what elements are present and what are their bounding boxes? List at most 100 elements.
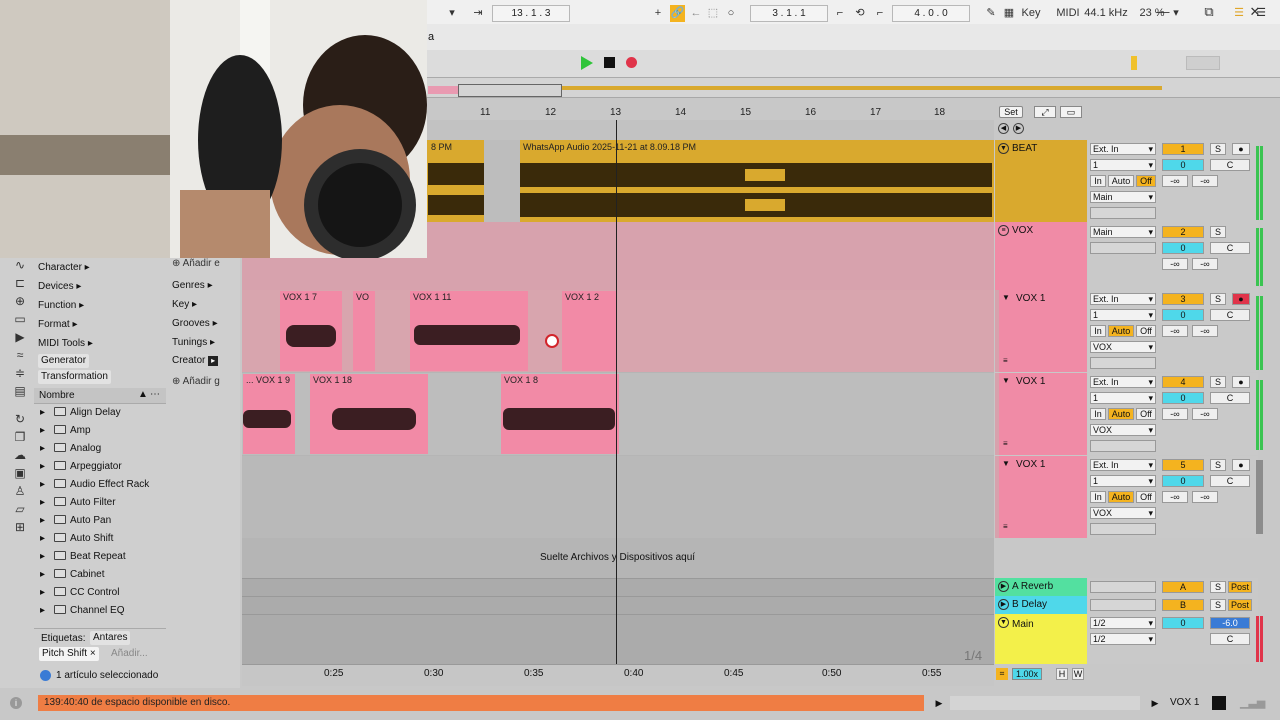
clip-vo[interactable]: VO — [353, 291, 375, 371]
clip-vox1-9[interactable]: ... VOX 1 9 — [243, 374, 295, 454]
collapse-icon[interactable]: ▼ — [998, 143, 1009, 154]
track-name[interactable]: VOX 1 — [1016, 293, 1045, 304]
output-sub-select[interactable] — [1090, 207, 1156, 219]
tag-pitch-shift[interactable]: Pitch Shift × — [39, 647, 99, 661]
input-channel-select[interactable]: 1 — [1090, 159, 1156, 171]
collapse-icon[interactable]: ▼ — [1002, 459, 1010, 468]
pan-field[interactable]: C — [1210, 633, 1250, 645]
expand-icon[interactable]: ▸ — [40, 530, 45, 548]
category-midi-tools[interactable]: MIDI Tools ▸ — [38, 336, 93, 352]
track-header-main[interactable]: ▼ Main — [995, 614, 1087, 664]
monitor-auto-button[interactable]: Auto — [1108, 325, 1134, 337]
list-item[interactable]: ▸ Align Delay — [34, 404, 166, 422]
add-folder-icon[interactable]: ⊞ — [12, 520, 28, 534]
list-item[interactable]: ▸ Auto Filter — [34, 494, 166, 512]
input-type-select[interactable]: Ext. In — [1090, 143, 1156, 155]
user-icon[interactable]: ♙ — [12, 484, 28, 498]
list-item[interactable]: ▸ Audio Effect Rack — [34, 476, 166, 494]
monitor-off-button[interactable]: Off — [1136, 408, 1156, 420]
list-item[interactable]: ▸ Analog — [34, 440, 166, 458]
cloud-icon[interactable]: ☁ — [12, 448, 28, 462]
solo-button[interactable]: S — [1210, 376, 1226, 388]
filter-grooves[interactable]: Grooves ▸ — [172, 318, 218, 329]
pages-icon[interactable]: ❐ — [12, 430, 28, 444]
expand-icon[interactable]: ▸ — [40, 512, 45, 530]
group-icon[interactable]: ≡ — [998, 225, 1009, 236]
more-options-icon[interactable]: ⋯ — [150, 389, 160, 400]
list-item[interactable]: ▸ Beat Repeat — [34, 548, 166, 566]
volume-field[interactable]: 0 — [1162, 392, 1204, 404]
category-character[interactable]: Character ▸ — [38, 260, 90, 276]
pan-field[interactable]: C — [1210, 309, 1250, 321]
box-icon[interactable]: ▣ — [12, 466, 28, 480]
add-filter-1[interactable]: Añadir e — [183, 258, 220, 269]
output-select[interactable]: VOX — [1090, 341, 1156, 353]
track-name[interactable]: VOX 1 — [1016, 376, 1045, 387]
link-icon[interactable]: 🔗 — [670, 5, 685, 22]
list-header[interactable]: Nombre ▲ ⋯ — [34, 388, 166, 404]
volume-field[interactable]: 0 — [1162, 242, 1204, 254]
volume-field[interactable]: 0 — [1162, 617, 1204, 629]
track-header-vox1-b[interactable]: ▼ VOX 1 ≡ — [995, 373, 1087, 455]
expand-icon[interactable]: ▸ — [40, 566, 45, 584]
punch-out-icon[interactable]: ⌐ — [872, 5, 888, 22]
previous-locator-icon[interactable]: ◀ — [998, 123, 1009, 134]
stop-icon[interactable] — [604, 57, 615, 68]
menu-lines-icon[interactable]: ☰ — [1254, 5, 1268, 22]
add-icon[interactable]: + — [651, 5, 665, 22]
capture-icon[interactable]: ⬚ — [706, 5, 720, 22]
loop-switch-icon[interactable]: ⟲ — [852, 5, 868, 22]
track-activator[interactable]: 4 — [1162, 376, 1204, 388]
track-name[interactable]: Main — [1012, 619, 1034, 630]
lane-main[interactable] — [242, 614, 994, 664]
list-item[interactable]: ▸ Arpeggiator — [34, 458, 166, 476]
list-item[interactable]: ▸ Auto Shift — [34, 530, 166, 548]
expand-icon[interactable]: ▸ — [40, 422, 45, 440]
overview-viewport[interactable] — [458, 84, 562, 97]
monitor-off-button[interactable]: Off — [1136, 175, 1156, 187]
main-input-select[interactable]: 1/2 — [1090, 633, 1156, 645]
add-filter-2[interactable]: Añadir g — [183, 376, 220, 387]
loop-start[interactable]: 3 . 1 . 1 — [750, 5, 828, 22]
clip-beat-left[interactable]: 8 PM — [428, 141, 484, 221]
track-name[interactable]: B Delay — [1012, 599, 1047, 610]
clip-vox1-2[interactable]: VOX 1 2 — [562, 291, 616, 371]
track-name[interactable]: VOX — [1012, 225, 1033, 236]
arm-button[interactable]: ● — [1232, 459, 1250, 471]
track-name[interactable]: A Reverb — [1012, 581, 1053, 592]
list-item[interactable]: ▸ Amp — [34, 422, 166, 440]
tag-generator[interactable]: Generator — [38, 354, 90, 368]
sort-icon[interactable]: ▲ — [138, 389, 148, 400]
track-name[interactable]: VOX 1 — [1016, 459, 1045, 470]
key-map-button[interactable]: Key — [1018, 5, 1044, 22]
lock-icon[interactable]: ▭ — [1060, 106, 1082, 118]
midi-map-button[interactable]: MIDI — [1054, 5, 1082, 22]
filter-creator[interactable]: Creator — [172, 355, 205, 366]
collapse-icon[interactable]: ▼ — [1002, 376, 1010, 385]
punch-in-icon[interactable]: ⌐ — [832, 5, 848, 22]
name-column-header[interactable]: Nombre — [39, 390, 75, 401]
category-format[interactable]: Format ▸ — [38, 317, 77, 333]
play-icon[interactable]: ▶ — [998, 599, 1009, 610]
tag-antares[interactable]: Antares — [90, 631, 131, 645]
category-function[interactable]: Function ▸ — [38, 298, 84, 314]
monitor-in-button[interactable]: In — [1090, 408, 1106, 420]
pad-icon[interactable]: ⊕ — [12, 294, 28, 308]
arm-button[interactable]: ● — [1232, 293, 1250, 305]
collapse-icon[interactable]: ▼ — [998, 617, 1009, 628]
expand-icon[interactable]: ▸ — [40, 440, 45, 458]
filter-genres[interactable]: Genres ▸ — [172, 280, 213, 291]
clip-vox1-7[interactable]: VOX 1 7 — [280, 291, 342, 371]
lane-delay[interactable] — [242, 596, 994, 614]
monitor-auto-button[interactable]: Auto — [1108, 408, 1134, 420]
next-locator-icon[interactable]: ▶ — [1013, 123, 1024, 134]
expand-icon[interactable]: ⤢ — [1034, 106, 1056, 118]
input-channel-select[interactable]: 1 — [1090, 309, 1156, 321]
midi-effect-icon[interactable]: ▭ — [12, 312, 28, 326]
filter-key[interactable]: Key ▸ — [172, 299, 197, 310]
maximize-button[interactable]: ⧉ — [1186, 2, 1232, 22]
record-icon[interactable] — [626, 57, 637, 68]
draw-mode-icon[interactable]: ✎ — [984, 5, 998, 22]
volume-field[interactable]: 0 — [1162, 309, 1204, 321]
monitor-in-button[interactable]: In — [1090, 325, 1106, 337]
